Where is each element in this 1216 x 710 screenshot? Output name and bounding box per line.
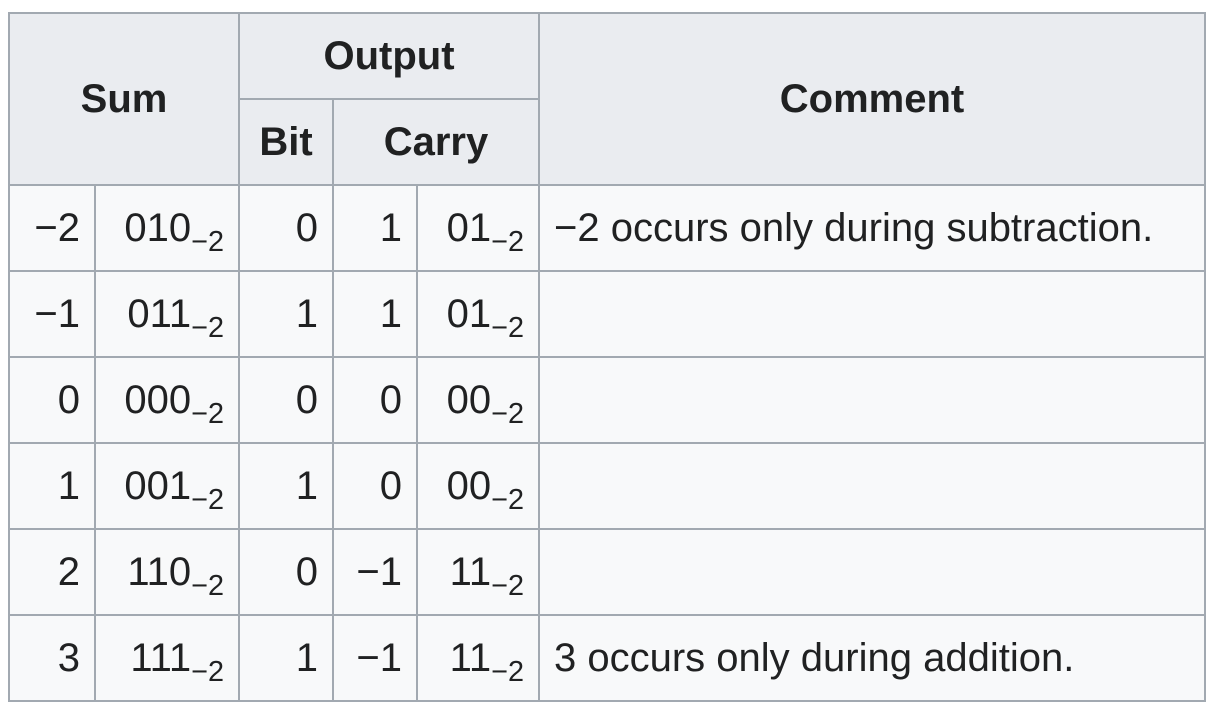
cell-sum-base: 001−2 [94,442,240,530]
sum-base-subscript: −2 [191,225,224,258]
carry-base-subscript: −2 [491,483,524,516]
header-comment: Comment [538,12,1206,186]
cell-carry: −1 [332,528,418,616]
cell-carry-base: 11−2 [416,614,540,702]
sum-base-value: 010 [124,205,192,250]
sum-base-subscript: −2 [191,397,224,430]
sum-base-value: 111 [130,635,192,680]
cell-comment [538,442,1206,530]
cell-sum: 2 [8,528,96,616]
header-row-top: Sum Output Comment [8,12,1206,186]
cell-carry-base: 00−2 [416,356,540,444]
carry-base-value: 01 [446,291,492,336]
carry-base-subscript: −2 [491,311,524,344]
cell-sum: −2 [8,184,96,272]
cell-bit: 1 [238,270,334,358]
cell-bit: 0 [238,528,334,616]
page: Sum Output Comment Bit Carry −2 010−2 0 … [0,0,1216,710]
carry-base-subscript: −2 [491,569,524,602]
negabinary-addition-table: Sum Output Comment Bit Carry −2 010−2 0 … [8,12,1206,702]
cell-carry-base: 11−2 [416,528,540,616]
cell-comment: −2 occurs only during subtraction. [538,184,1206,272]
header-output: Output [238,12,540,100]
cell-comment [538,356,1206,444]
sum-base-value: 011 [127,291,192,336]
carry-base-value: 00 [446,463,492,508]
cell-sum-base: 111−2 [94,614,240,702]
sum-base-subscript: −2 [191,655,224,688]
cell-sum-base: 000−2 [94,356,240,444]
carry-base-value: 11 [449,635,492,680]
cell-sum-base: 010−2 [94,184,240,272]
cell-carry-base: 00−2 [416,442,540,530]
cell-sum-base: 110−2 [94,528,240,616]
carry-base-subscript: −2 [491,397,524,430]
cell-sum: 1 [8,442,96,530]
cell-sum: 0 [8,356,96,444]
header-bit: Bit [238,98,334,186]
cell-sum-base: 011−2 [94,270,240,358]
table-row: 0 000−2 0 0 00−2 [8,356,1206,444]
cell-bit: 1 [238,614,334,702]
cell-bit: 0 [238,184,334,272]
sum-base-subscript: −2 [191,569,224,602]
header-carry: Carry [332,98,540,186]
cell-carry: 0 [332,442,418,530]
cell-carry: −1 [332,614,418,702]
cell-sum: 3 [8,614,96,702]
carry-base-value: 00 [446,377,492,422]
sum-base-value: 001 [124,463,192,508]
cell-comment [538,270,1206,358]
table-row: 2 110−2 0 −1 11−2 [8,528,1206,616]
cell-bit: 1 [238,442,334,530]
cell-carry-base: 01−2 [416,270,540,358]
cell-carry: 1 [332,184,418,272]
carry-base-subscript: −2 [491,225,524,258]
cell-sum: −1 [8,270,96,358]
table-row: 3 111−2 1 −1 11−2 3 occurs only during a… [8,614,1206,702]
table-row: −1 011−2 1 1 01−2 [8,270,1206,358]
header-sum: Sum [8,12,240,186]
carry-base-value: 11 [449,549,492,594]
sum-base-subscript: −2 [191,311,224,344]
table-row: 1 001−2 1 0 00−2 [8,442,1206,530]
table-body: −2 010−2 0 1 01−2 −2 occurs only during … [8,184,1206,702]
sum-base-value: 110 [127,549,192,594]
cell-comment: 3 occurs only during addition. [538,614,1206,702]
sum-base-subscript: −2 [191,483,224,516]
cell-bit: 0 [238,356,334,444]
carry-base-value: 01 [446,205,492,250]
table-row: −2 010−2 0 1 01−2 −2 occurs only during … [8,184,1206,272]
cell-comment [538,528,1206,616]
cell-carry-base: 01−2 [416,184,540,272]
sum-base-value: 000 [124,377,192,422]
carry-base-subscript: −2 [491,655,524,688]
cell-carry: 1 [332,270,418,358]
cell-carry: 0 [332,356,418,444]
